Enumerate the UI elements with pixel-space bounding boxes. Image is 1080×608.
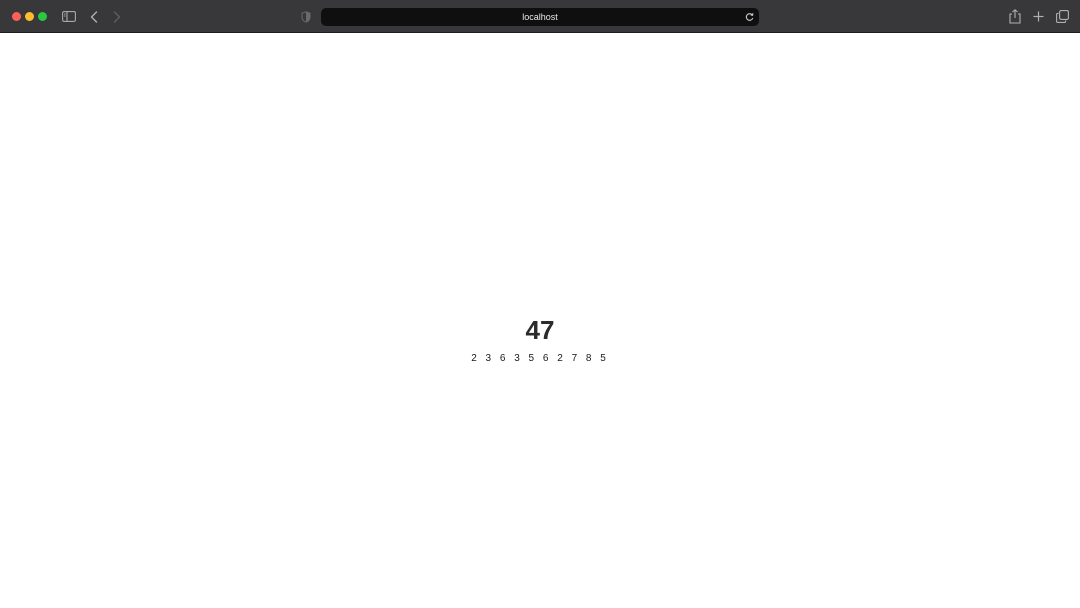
chevron-right-icon[interactable]	[111, 8, 123, 25]
reload-icon[interactable]	[744, 11, 755, 23]
shield-icon[interactable]	[300, 8, 312, 25]
result-number: 47	[525, 315, 555, 345]
address-text: localhost	[522, 12, 558, 22]
browser-window: localhost 47 2 3 6 3 5 6 2 7 8 5	[0, 0, 1080, 608]
maximize-window-button[interactable]	[38, 12, 47, 21]
sidebar-icon[interactable]	[61, 8, 77, 25]
minimize-window-button[interactable]	[25, 12, 34, 21]
share-icon[interactable]	[1008, 8, 1022, 25]
digit-sequence: 2 3 6 3 5 6 2 7 8 5	[471, 353, 609, 364]
browser-toolbar: localhost	[0, 0, 1080, 33]
plus-icon[interactable]	[1031, 8, 1045, 25]
page-content: 47 2 3 6 3 5 6 2 7 8 5	[0, 33, 1080, 608]
chevron-left-icon[interactable]	[88, 8, 100, 25]
close-window-button[interactable]	[12, 12, 21, 21]
tabs-overview-icon[interactable]	[1054, 8, 1070, 25]
address-bar[interactable]: localhost	[321, 8, 759, 26]
